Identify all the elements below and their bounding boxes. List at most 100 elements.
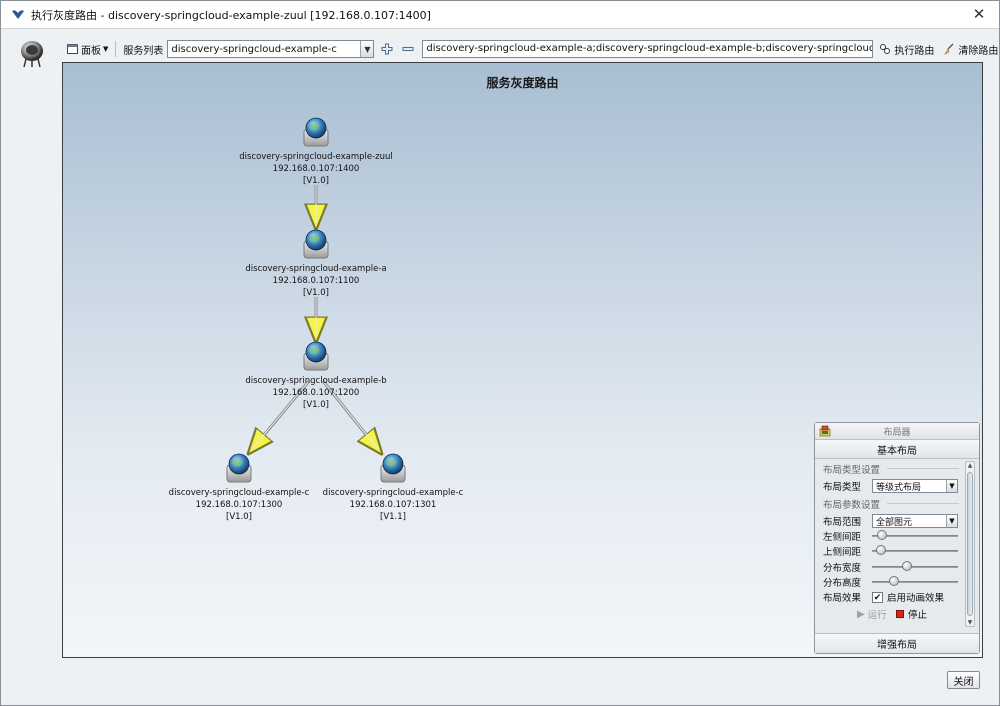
left-gap-label: 左侧间距 <box>823 532 862 543</box>
node-name: discovery-springcloud-example-a <box>245 264 387 274</box>
stop-button[interactable]: 停止 <box>896 607 927 621</box>
service-node-a[interactable]: discovery-springcloud-example-a 192.168.… <box>226 228 406 299</box>
close-button[interactable]: 关闭 <box>947 671 980 689</box>
window-title: 执行灰度路由 - discovery-springcloud-example-z… <box>31 8 431 22</box>
scroll-thumb[interactable] <box>967 472 973 616</box>
layout-range-label: 布局范围 <box>823 517 862 528</box>
window-close-icon[interactable]: ✕ <box>971 6 987 22</box>
execute-route-button[interactable]: 执行路由 <box>879 42 934 57</box>
route-input[interactable]: discovery-springcloud-example-a;discover… <box>422 40 874 58</box>
distribution-width-row: 分布宽度 <box>823 560 861 574</box>
node-address: 192.168.0.107:1400 <box>272 164 360 174</box>
service-node-b[interactable]: discovery-springcloud-example-b 192.168.… <box>226 340 406 411</box>
layout-type-group-label: 布局类型设置 <box>823 465 881 476</box>
node-version: [V1.1] <box>380 512 406 522</box>
service-node-c-1300[interactable]: discovery-springcloud-example-c 192.168.… <box>149 452 329 523</box>
left-gap-row: 左侧间距 <box>823 529 861 543</box>
node-version: [V1.0] <box>303 400 329 410</box>
slider-thumb[interactable] <box>888 576 899 586</box>
remove-icon[interactable] <box>402 43 414 55</box>
node-version: [V1.0] <box>303 288 329 298</box>
animation-checkbox[interactable]: ✔ <box>872 591 883 603</box>
slider-thumb[interactable] <box>875 545 886 555</box>
layout-param-group-label: 布局参数设置 <box>823 500 881 511</box>
animation-checkbox-row[interactable]: ✔ 启用动画效果 <box>872 590 944 604</box>
enhanced-layout-tab[interactable]: 增强布局 <box>815 633 979 653</box>
toolbar: 面板 ▼ 服务列表 discovery-springcloud-example-… <box>1 35 999 63</box>
distribution-height-row: 分布高度 <box>823 575 861 589</box>
heart-app-icon <box>12 9 24 19</box>
node-name: discovery-springcloud-example-c <box>168 488 310 498</box>
distribution-height-label: 分布高度 <box>823 578 862 589</box>
node-address: 192.168.0.107:1100 <box>272 276 360 286</box>
top-gap-slider[interactable] <box>872 545 958 555</box>
service-select[interactable]: discovery-springcloud-example-c ▼ <box>167 40 375 58</box>
distribution-width-label: 分布宽度 <box>823 563 862 574</box>
layouter-header[interactable]: 布局器 <box>815 423 979 440</box>
layout-range-row: 布局范围 <box>823 514 861 528</box>
layout-param-group: 布局参数设置 <box>823 497 880 511</box>
slider-thumb[interactable] <box>902 561 913 571</box>
toolbar-separator <box>115 41 117 57</box>
service-globe-icon <box>380 453 406 483</box>
panel-icon <box>67 44 78 54</box>
animation-checkbox-label: 启用动画效果 <box>887 593 945 604</box>
chevron-down-icon: ▼ <box>946 480 957 492</box>
layout-type-select[interactable]: 等级式布局 ▼ <box>872 479 958 493</box>
layout-type-value: 等级式布局 <box>876 482 922 493</box>
clear-route-button[interactable]: 清除路由 <box>943 42 998 57</box>
layout-effect-label: 布局效果 <box>823 593 862 604</box>
broom-icon <box>944 43 954 55</box>
service-node-zuul[interactable]: discovery-springcloud-example-zuul 192.1… <box>226 116 406 187</box>
add-icon[interactable] <box>381 43 393 55</box>
gray-routing-dialog: 执行灰度路由 - discovery-springcloud-example-z… <box>0 0 1000 706</box>
stop-icon <box>896 610 904 618</box>
dropdown-caret-icon: ▼ <box>103 45 109 53</box>
service-globe-icon <box>303 341 329 371</box>
stop-label: 停止 <box>908 610 928 621</box>
title-bar[interactable]: 执行灰度路由 - discovery-springcloud-example-z… <box>1 1 999 29</box>
layout-type-label: 布局类型 <box>823 482 862 493</box>
service-globe-icon <box>303 117 329 147</box>
run-button[interactable]: ▶ 运行 <box>857 607 887 622</box>
layouter-panel: 布局器 基本布局 布局类型设置 布局类型 等级式布局 ▼ 布局参数设置 布局范围 <box>814 422 980 654</box>
route-input-value: discovery-springcloud-example-a;discover… <box>426 43 872 54</box>
slider-thumb[interactable] <box>876 530 887 540</box>
node-name: discovery-springcloud-example-b <box>245 376 387 386</box>
basic-layout-tab[interactable]: 基本布局 <box>815 440 979 459</box>
chevron-down-icon: ▼ <box>946 515 957 527</box>
layouter-scrollbar[interactable]: ▲ ▼ <box>965 461 975 627</box>
left-gap-slider[interactable] <box>872 530 958 540</box>
node-address: 192.168.0.107:1200 <box>272 388 360 398</box>
layouter-title: 布局器 <box>883 427 911 438</box>
top-gap-row: 上侧间距 <box>823 544 861 558</box>
layouter-body: 布局类型设置 布局类型 等级式布局 ▼ 布局参数设置 布局范围 全部图元 ▼ 左… <box>815 459 979 632</box>
node-version: [V1.0] <box>226 512 252 522</box>
chevron-down-icon: ▼ <box>360 41 374 57</box>
service-select-value: discovery-springcloud-example-c <box>171 43 337 55</box>
panel-menu-button[interactable]: 面板 ▼ <box>67 42 108 57</box>
layouter-app-icon <box>819 425 831 437</box>
execute-route-label: 执行路由 <box>894 45 935 57</box>
service-node-c-1301[interactable]: discovery-springcloud-example-c 192.168.… <box>303 452 483 523</box>
service-globe-icon <box>303 229 329 259</box>
scroll-up-icon[interactable]: ▲ <box>966 462 974 469</box>
node-name: discovery-springcloud-example-zuul <box>239 152 393 162</box>
play-icon: ▶ <box>857 608 865 620</box>
layout-type-row: 布局类型 <box>823 479 861 493</box>
group-divider <box>887 503 959 504</box>
scroll-down-icon[interactable]: ▼ <box>966 619 974 626</box>
service-list-label: 服务列表 <box>123 45 164 57</box>
node-version: [V1.0] <box>303 176 329 186</box>
distribution-width-slider[interactable] <box>872 561 958 571</box>
node-address: 192.168.0.107:1301 <box>349 500 437 510</box>
distribution-height-slider[interactable] <box>872 576 958 586</box>
node-address: 192.168.0.107:1300 <box>195 500 283 510</box>
group-divider <box>887 468 959 469</box>
route-execute-icon <box>880 44 891 54</box>
node-name: discovery-springcloud-example-c <box>322 488 464 498</box>
service-globe-icon <box>226 453 252 483</box>
layout-range-select[interactable]: 全部图元 ▼ <box>872 514 958 528</box>
clear-route-label: 清除路由 <box>958 45 999 57</box>
layout-effect-row: 布局效果 <box>823 590 861 604</box>
